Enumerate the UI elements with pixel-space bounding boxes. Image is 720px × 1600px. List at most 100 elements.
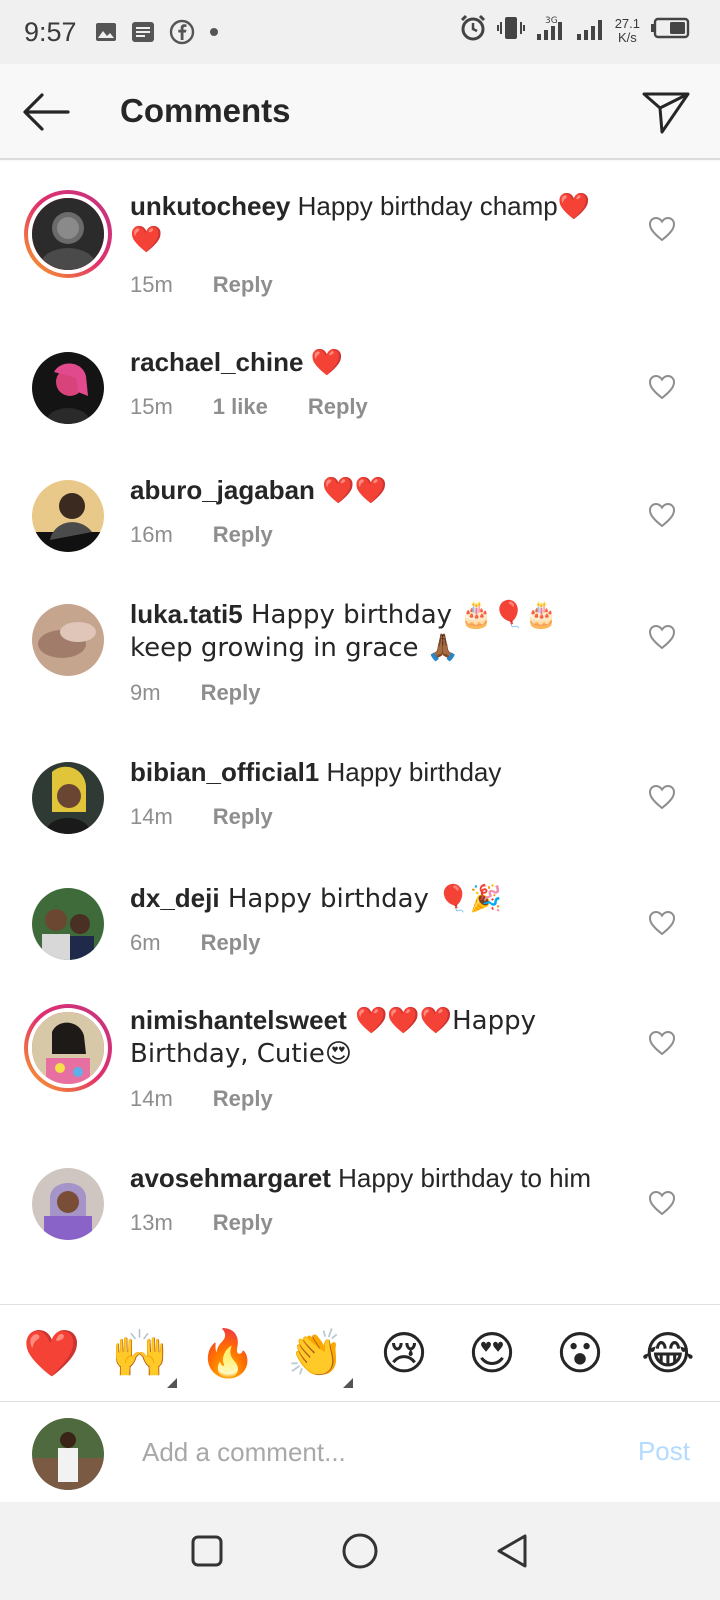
reaction-crying[interactable]: 😢 (373, 1322, 435, 1384)
like-button[interactable] (648, 502, 676, 528)
comment-meta: 14m Reply (130, 1086, 273, 1112)
like-button[interactable] (648, 1030, 676, 1056)
net-speed-unit: K/s (617, 29, 637, 45)
heart-outline-icon (648, 216, 676, 242)
avatar (28, 194, 108, 274)
comment-text: dx_deji Happy birthday 🎈🎉 (130, 882, 622, 915)
reaction-heart[interactable]: ❤️ (21, 1322, 83, 1384)
comment-body: Happy birthday champ (290, 191, 558, 221)
network-type-label: 3G (545, 16, 558, 26)
reaction-raising-hands-emoji: 🙌 (111, 1326, 169, 1380)
system-nav-bar (0, 1502, 720, 1600)
reply-button[interactable]: Reply (213, 1210, 273, 1236)
back-nav-button[interactable] (493, 1531, 533, 1571)
comment-time: 15m (130, 272, 173, 297)
recents-button[interactable] (187, 1531, 227, 1571)
reaction-heart-eyes[interactable]: 😍 (461, 1322, 523, 1384)
comment-body: Happy birthday 🎈🎉 (219, 884, 502, 914)
heart-emoji: ❤️ (310, 348, 344, 378)
reaction-raising-hands[interactable]: 🙌 (109, 1322, 177, 1388)
signal-3g-icon: 3G (535, 14, 565, 47)
heart-outline-icon (648, 1030, 676, 1056)
back-arrow-icon (23, 93, 70, 131)
reaction-clapping-emoji: 👏 (287, 1326, 345, 1380)
comment-username[interactable]: avosehmargaret (130, 1163, 331, 1193)
comment-username[interactable]: aburo_jagaban (130, 475, 315, 505)
avatar[interactable] (32, 1168, 104, 1240)
like-button[interactable] (648, 374, 676, 400)
reply-button[interactable]: Reply (213, 272, 273, 298)
comment-text: unkutocheey Happy birthday champ❤️❤️ (130, 190, 622, 256)
message-icon (131, 21, 155, 43)
comment-time: 9m (130, 680, 161, 705)
avatar-image (32, 888, 104, 960)
back-button[interactable] (20, 90, 72, 134)
comment-text: nimishantelsweet ❤️❤️❤️Happy Birthday, C… (130, 1004, 622, 1070)
comment-username[interactable]: bibian_official1 (130, 757, 319, 787)
comment-meta: 6m Reply (130, 930, 260, 956)
reply-button[interactable]: Reply (213, 522, 273, 548)
reaction-laughing[interactable]: 😂 (637, 1322, 699, 1384)
reply-button[interactable]: Reply (213, 1086, 273, 1112)
reply-button[interactable]: Reply (308, 394, 368, 420)
net-speed: 27.1 K/s (614, 15, 640, 45)
alarm-icon (459, 14, 487, 47)
avatar-image (32, 604, 104, 676)
skin-tone-indicator-icon (343, 1378, 353, 1388)
avatar-image (32, 352, 104, 424)
reaction-fire[interactable]: 🔥 (197, 1322, 259, 1384)
avatar-image (32, 1168, 104, 1240)
comment-text: rachael_chine ❤️ (130, 346, 622, 379)
avatar[interactable] (32, 762, 104, 834)
comment-body: Happy birthday (319, 757, 502, 787)
avatar[interactable] (32, 480, 104, 552)
home-button[interactable] (340, 1531, 380, 1571)
reaction-clapping[interactable]: 👏 (285, 1322, 353, 1388)
like-button[interactable] (648, 216, 676, 242)
comments-list[interactable]: unkutocheey Happy birthday champ❤️❤️ 15m… (0, 162, 720, 1304)
page-title: Comments (120, 92, 291, 129)
facebook-icon (169, 19, 195, 45)
comment-meta: 15m 1 like Reply (130, 394, 368, 420)
signal-icon (575, 14, 605, 47)
triangle-back-icon (497, 1534, 527, 1568)
like-button[interactable] (648, 1190, 676, 1216)
net-speed-value: 27.1 (614, 15, 640, 31)
comment-username[interactable]: nimishantelsweet (130, 1005, 347, 1035)
comment-username[interactable]: unkutocheey (130, 191, 290, 221)
heart-outline-icon (648, 502, 676, 528)
heart-outline-icon (648, 784, 676, 810)
heart-outline-icon (648, 374, 676, 400)
gallery-icon (95, 22, 117, 42)
reply-button[interactable]: Reply (201, 680, 261, 706)
like-button[interactable] (648, 784, 676, 810)
comment-username[interactable]: luka.tati5 (130, 599, 243, 629)
avatar[interactable] (32, 352, 104, 424)
comment-meta: 13m Reply (130, 1210, 273, 1236)
reaction-surprised[interactable]: 😮 (549, 1322, 611, 1384)
comment-text: avosehmargaret Happy birthday to him (130, 1162, 622, 1194)
post-button[interactable]: Post (638, 1436, 690, 1467)
status-bar: 9:57 3G 27.1 K/s (0, 0, 720, 64)
avatar-image (32, 762, 104, 834)
current-user-avatar (32, 1418, 104, 1490)
avatar-ring[interactable] (24, 190, 112, 278)
comment-username[interactable]: rachael_chine (130, 347, 303, 377)
avatar-ring[interactable] (24, 1004, 112, 1092)
comment-username[interactable]: dx_deji (130, 883, 220, 913)
reply-button[interactable]: Reply (213, 804, 273, 830)
likes-count[interactable]: 1 like (213, 394, 268, 420)
status-right: 3G 27.1 K/s (459, 14, 690, 47)
comment-meta: 15m Reply (130, 272, 273, 298)
comment-text: aburo_jagaban ❤️❤️ (130, 474, 622, 507)
avatar[interactable] (32, 888, 104, 960)
circle-icon (342, 1533, 378, 1569)
like-button[interactable] (648, 624, 676, 650)
vibrate-icon (496, 14, 525, 47)
comment-input[interactable] (142, 1432, 582, 1472)
like-button[interactable] (648, 910, 676, 936)
comment-meta: 9m Reply (130, 680, 260, 706)
share-button[interactable] (640, 86, 692, 138)
reply-button[interactable]: Reply (201, 930, 261, 956)
avatar[interactable] (32, 604, 104, 676)
